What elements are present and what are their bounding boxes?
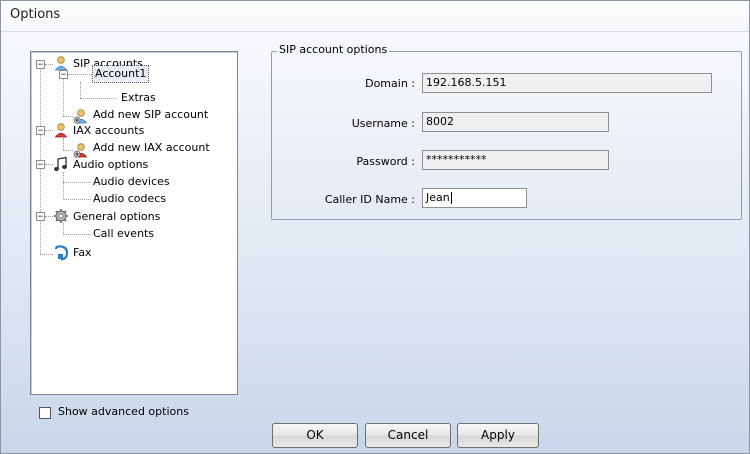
tree-connector [80, 98, 116, 99]
tree-connector [45, 216, 53, 217]
tree-item-call-events[interactable]: Call events [93, 226, 154, 242]
tree-connector [45, 164, 53, 165]
tree-item-account1[interactable]: Account1 [91, 65, 150, 83]
show-advanced-options-label[interactable]: Show advanced options [58, 405, 189, 418]
username-value: 8002 [426, 115, 454, 128]
password-label: Password : [356, 155, 415, 168]
tree-connector [40, 254, 53, 255]
tree-item-iax-accounts[interactable]: IAX accounts [73, 123, 144, 139]
username-label: Username : [351, 117, 415, 130]
tree-connector [45, 130, 53, 131]
collapse-audio-options-toggle[interactable]: − [36, 160, 45, 170]
tree-connector [63, 74, 64, 116]
tree-connector [45, 64, 53, 65]
cancel-button[interactable]: Cancel [365, 423, 451, 448]
caller-id-name-field[interactable]: Jean [422, 188, 527, 208]
sip-account-options-legend: SIP account options [277, 43, 390, 56]
tree-connector [63, 199, 91, 200]
window-title: Options [10, 7, 61, 22]
options-tree[interactable]: − SIP accounts − Account1 Extras Add new… [30, 51, 238, 395]
tree-connector [63, 182, 91, 183]
caller-id-name-value: Jean [426, 191, 450, 204]
tree-connector [63, 172, 64, 200]
collapse-sip-accounts-toggle[interactable]: − [36, 60, 45, 70]
collapse-iax-accounts-toggle[interactable]: − [36, 126, 45, 136]
tree-connector [40, 64, 41, 254]
tree-item-audio-options[interactable]: Audio options [73, 157, 148, 173]
ok-button[interactable]: OK [272, 423, 358, 448]
tree-connector [80, 82, 81, 98]
tree-item-fax[interactable]: Fax [73, 245, 92, 261]
audio-options-icon [54, 156, 67, 171]
tree-item-extras[interactable]: Extras [121, 90, 156, 106]
gear-icon [54, 209, 68, 223]
domain-value: 192.168.5.151 [426, 76, 507, 89]
iax-accounts-icon [54, 123, 68, 138]
add-sip-account-icon [73, 109, 88, 124]
apply-button[interactable]: Apply [457, 423, 539, 448]
password-value: *********** [426, 153, 487, 166]
password-field[interactable]: *********** [422, 150, 609, 170]
tree-connector [63, 150, 73, 151]
show-advanced-options-checkbox[interactable] [39, 407, 51, 419]
collapse-general-options-toggle[interactable]: − [36, 212, 45, 222]
tree-item-audio-devices[interactable]: Audio devices [93, 174, 170, 190]
add-iax-account-icon [73, 143, 88, 158]
tree-item-add-sip-account[interactable]: Add new SIP account [93, 107, 208, 123]
domain-field[interactable]: 192.168.5.151 [422, 73, 712, 93]
sip-accounts-icon [54, 56, 68, 71]
username-field[interactable]: 8002 [422, 112, 609, 132]
caller-id-name-label: Caller ID Name : [324, 193, 415, 206]
tree-connector [63, 234, 91, 235]
collapse-account1-toggle[interactable]: − [59, 70, 68, 80]
tree-item-general-options[interactable]: General options [73, 209, 160, 225]
domain-label: Domain : [365, 77, 415, 90]
fax-icon [54, 245, 69, 261]
title-bar[interactable]: Options [1, 1, 749, 32]
tree-item-audio-codecs[interactable]: Audio codecs [93, 191, 166, 207]
tree-connector [63, 138, 64, 150]
tree-connector [68, 74, 92, 75]
tree-item-add-iax-account[interactable]: Add new IAX account [93, 140, 210, 156]
options-window: Options − SIP accounts − Account1 Extras [0, 0, 750, 454]
tree-connector [63, 116, 73, 117]
text-caret [450, 192, 452, 204]
